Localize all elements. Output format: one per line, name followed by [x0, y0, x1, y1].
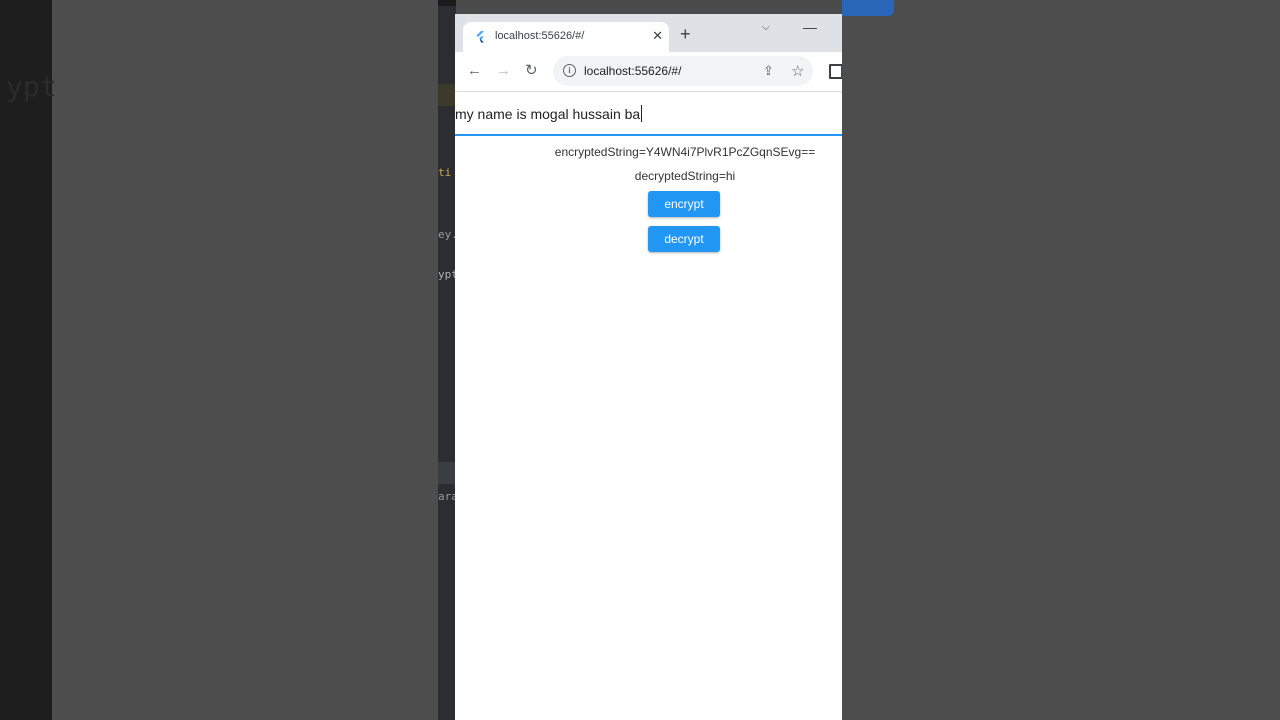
browser-tab[interactable]: localhost:55626/#/ ✕ — [463, 22, 669, 52]
new-tab-icon[interactable]: + — [680, 25, 691, 43]
background-right — [842, 0, 1280, 720]
editor-snippet: ara — [438, 490, 456, 503]
encrypted-string-label: encryptedString=Y4WN4i7PlvR1PcZGqnSEvg== — [554, 145, 816, 159]
editor-selected-line — [438, 462, 456, 484]
message-text: my name is mogal hussain ba — [455, 106, 641, 122]
app-page: my name is mogal hussain ba encryptedStr… — [455, 92, 842, 720]
browser-window: localhost:55626/#/ ✕ + ⌵ — ← → ↻ i local… — [455, 14, 842, 720]
encrypt-button[interactable]: encrypt — [648, 191, 720, 217]
background-ghost-text: ypt — [6, 70, 57, 103]
side-panel-icon[interactable] — [829, 64, 842, 79]
reload-icon[interactable]: ↻ — [525, 62, 538, 80]
editor-snippet: ypt — [438, 268, 456, 281]
address-bar-url: localhost:55626/#/ — [584, 64, 682, 78]
address-bar[interactable]: i localhost:55626/#/ ⇪ ☆ — [553, 56, 813, 86]
editor-snippet: ey. — [438, 228, 456, 241]
text-caret — [641, 105, 643, 122]
code-editor-strip: ti ey. ypt ara — [438, 0, 456, 720]
message-text-value: my name is mogal hussain ba — [455, 105, 643, 122]
decrypted-string-label: decryptedString=hi — [634, 169, 736, 183]
tab-title: localhost:55626/#/ — [495, 30, 585, 42]
back-icon[interactable]: ← — [467, 62, 482, 80]
share-icon[interactable]: ⇪ — [763, 63, 774, 79]
background-dark-panel — [0, 0, 52, 720]
bookmark-star-icon[interactable]: ☆ — [791, 62, 804, 80]
tab-search-icon[interactable]: ⌵ — [762, 22, 770, 33]
browser-toolbar: ← → ↻ i localhost:55626/#/ ⇪ ☆ — [455, 52, 842, 92]
editor-highlight-line — [438, 84, 456, 106]
tab-close-icon[interactable]: ✕ — [652, 28, 663, 44]
message-text-field[interactable]: my name is mogal hussain ba — [455, 92, 842, 136]
background-blue-bar — [842, 0, 894, 16]
editor-snippet: ti — [438, 166, 452, 179]
flutter-favicon-icon — [476, 31, 484, 43]
tab-strip: localhost:55626/#/ ✕ + ⌵ — — [455, 14, 842, 52]
minimize-icon[interactable]: — — [803, 19, 817, 35]
background-left: ypt — [0, 0, 438, 720]
forward-icon[interactable]: → — [496, 62, 511, 80]
decrypt-button[interactable]: decrypt — [648, 226, 720, 252]
editor-top-border — [438, 0, 456, 6]
site-info-icon[interactable]: i — [563, 64, 576, 77]
